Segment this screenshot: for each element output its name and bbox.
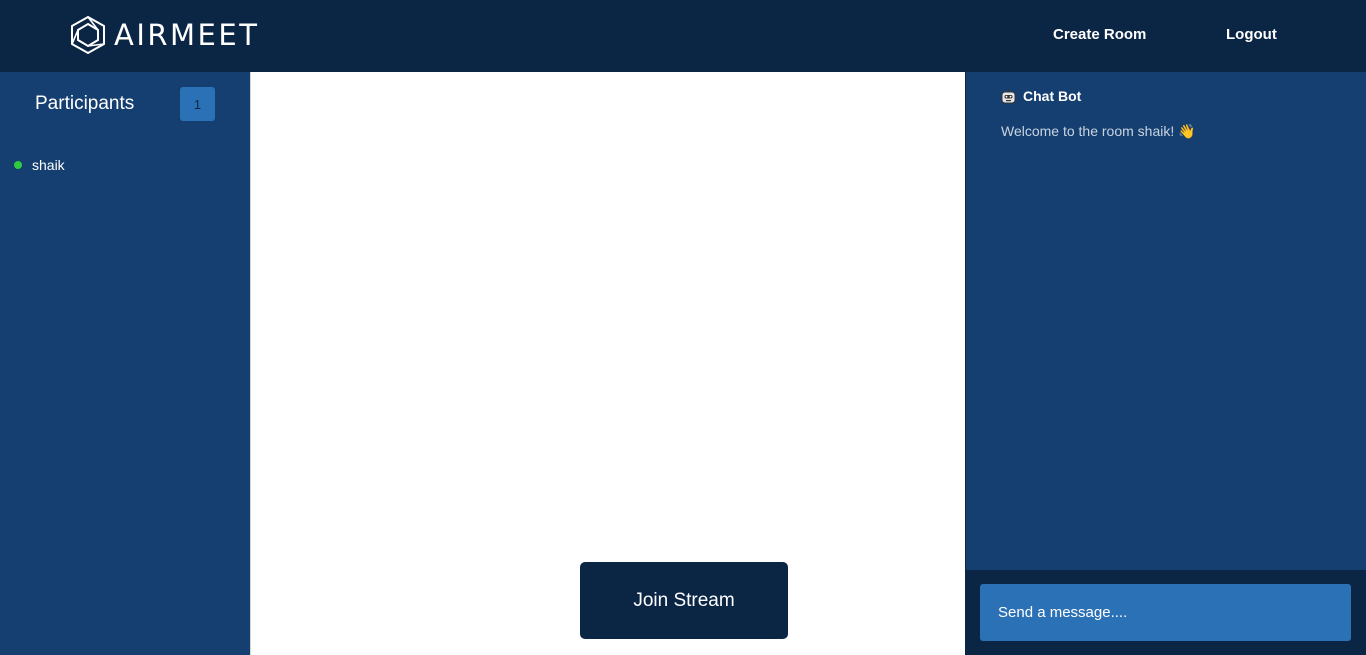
brand-name: AIRMEET bbox=[114, 18, 260, 52]
robot-icon bbox=[1001, 89, 1016, 103]
chat-message-header: Chat Bot bbox=[1001, 88, 1081, 104]
chat-panel: Chat Bot Welcome to the room shaik! 👋 bbox=[965, 72, 1366, 655]
chat-message-body: Welcome to the room shaik! bbox=[1001, 123, 1175, 139]
airmeet-logo-icon bbox=[71, 15, 105, 55]
online-status-dot bbox=[14, 161, 22, 169]
logout-link[interactable]: Logout bbox=[1226, 26, 1277, 44]
waving-hand-icon: 👋 bbox=[1178, 123, 1196, 139]
chat-message-text: Welcome to the room shaik! 👋 bbox=[1001, 123, 1196, 140]
stream-stage: Join Stream bbox=[250, 72, 965, 655]
create-room-link[interactable]: Create Room bbox=[1053, 26, 1146, 44]
top-navbar: AIRMEET Create Room Logout bbox=[0, 0, 1366, 72]
chat-input-area bbox=[966, 570, 1366, 655]
brand-logo[interactable]: AIRMEET bbox=[69, 15, 259, 55]
join-stream-button[interactable]: Join Stream bbox=[580, 562, 788, 639]
chat-sender-name: Chat Bot bbox=[1023, 88, 1082, 104]
participant-item[interactable]: shaik bbox=[14, 157, 65, 173]
participant-name: shaik bbox=[32, 157, 65, 173]
chat-message-input[interactable] bbox=[980, 584, 1351, 641]
participant-count-badge: 1 bbox=[180, 87, 215, 121]
participants-title: Participants bbox=[35, 93, 135, 114]
participants-panel: Participants 1 shaik bbox=[0, 72, 250, 655]
